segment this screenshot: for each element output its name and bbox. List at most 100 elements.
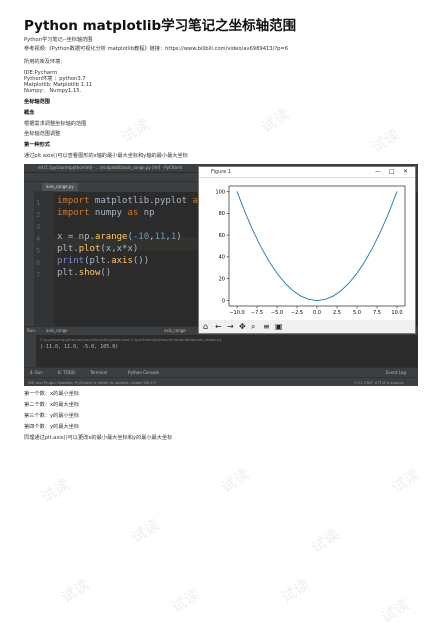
x-tick-label: −10.0 xyxy=(229,310,244,316)
y-tick-label: 40 xyxy=(219,255,225,261)
ide-window-title: ml [C:\pycharm\python\ml] - ...\matplotl… xyxy=(38,165,183,170)
bottom-tool-tabs: 4: Run 6: TODO Terminal Python Console E… xyxy=(24,367,418,377)
figure-canvas: −10.0 −7.5 −5.0 −2.5 0.0 2.5 5.0 7.5 10.0 0 20 40 60… xyxy=(199,178,415,320)
y-tick-label: 20 xyxy=(219,277,225,283)
y-tick-label: 80 xyxy=(219,211,225,217)
watermark-text: 试读 xyxy=(167,585,203,617)
code-token: print xyxy=(57,256,85,266)
x-tick-label: 0.0 xyxy=(313,310,321,316)
x-tick-label: 7.5 xyxy=(373,310,381,316)
code-line-5: plt.plot(x,x*x) xyxy=(57,244,138,254)
y-tick-label: 0 xyxy=(222,298,225,304)
zoom-icon[interactable]: ⌕ xyxy=(251,322,255,332)
note-2: 第二个数：x的最大坐标 xyxy=(24,402,79,408)
minimize-icon[interactable]: — xyxy=(375,168,381,175)
code-token: numpy xyxy=(89,208,128,218)
code-token: x = np. xyxy=(57,232,95,242)
code-token: np xyxy=(138,208,155,218)
watermark-text: 试读 xyxy=(377,595,413,627)
env-label: 所用的库及环境: xyxy=(24,59,63,65)
closing-text: 同理通过plt.axis()可以更改x的最小最大坐标和y的最小最大坐标 xyxy=(24,435,173,441)
watermark-text: 试读 xyxy=(217,465,253,497)
tool-tab-python-console[interactable]: Python Console xyxy=(128,370,159,375)
code-token: arange xyxy=(94,232,128,242)
code-line-6: print(plt.axis()) xyxy=(57,256,149,266)
watermark-text: 试读 xyxy=(387,465,423,497)
x-tick-label: −5.0 xyxy=(271,310,283,316)
close-icon[interactable]: ✕ xyxy=(403,168,408,175)
code-token: plt. xyxy=(57,244,79,254)
line-number: 3 xyxy=(36,223,41,231)
x-tick-label: −2.5 xyxy=(291,310,303,316)
tool-tab-event-log[interactable]: Event Log xyxy=(386,370,406,375)
code-token: import xyxy=(57,196,90,206)
figure-window: Figure 1 — □ ✕ −10.0 −7.5 −5.0 −2.5 0.0 2.5 5.… xyxy=(198,166,416,334)
watermark-text: 试读 xyxy=(307,525,343,557)
watermark-text: 试读 xyxy=(57,575,93,607)
method-text: 通过plt.axis()可以查看图形的x轴的最小最大坐标和y轴的最小最大坐标 xyxy=(24,153,188,159)
code-token: ) xyxy=(176,232,182,242)
note-1: 第一个数：x的最小坐标 xyxy=(24,391,79,397)
watermark-text: 试读 xyxy=(257,105,293,137)
run-tab-2[interactable]: axis_range xyxy=(164,328,186,333)
maximize-icon[interactable]: □ xyxy=(389,168,395,175)
y-tick-label: 60 xyxy=(219,233,225,239)
code-token: 11 xyxy=(154,232,166,242)
method-heading: 第一种形式 xyxy=(24,142,50,148)
line-number: 1 xyxy=(36,199,41,207)
figure-window-title: Figure 1 xyxy=(211,169,232,175)
parabola-chart: −10.0 −7.5 −5.0 −2.5 0.0 2.5 5.0 7.5 10.0 0 20 40 60… xyxy=(215,185,406,316)
intro-line: Python学习笔记--坐标轴范围 xyxy=(24,37,93,43)
line-number: 7 xyxy=(36,271,41,279)
code-line-2: import numpy as np xyxy=(57,208,155,218)
status-bar: IDE and Plugin Updates: PyCharm is ready… xyxy=(24,377,418,386)
forward-icon[interactable]: → xyxy=(227,322,234,331)
watermark-text: 试读 xyxy=(277,575,313,607)
code-token: axis xyxy=(111,256,133,266)
tool-tab-todo[interactable]: 6: TODO xyxy=(58,370,75,375)
code-token: () xyxy=(100,268,112,278)
watermark-text: 试读 xyxy=(367,125,403,157)
y-tick-label: 100 xyxy=(215,189,225,195)
concept-text-1: 根据需求调整坐标轴的范围 xyxy=(24,121,87,127)
console-command: C:\pycharm\python\ml\venv\Scripts\python… xyxy=(40,337,222,342)
plot-frame xyxy=(228,185,406,307)
pan-icon[interactable]: ✥ xyxy=(239,322,246,331)
code-token: (x,x*x) xyxy=(100,244,139,254)
back-icon[interactable]: ← xyxy=(215,322,222,331)
console-output: (-11.0, 11.0, -5.0, 105.0) xyxy=(40,344,119,350)
figure-toolbar: ⌂ ← → ✥ ⌕ ≡ ▣ xyxy=(199,320,415,333)
reference-line: 参考视频:《Python数据可视化分析 matplotlib教程》链接：http… xyxy=(24,46,289,52)
project-strip xyxy=(24,191,34,326)
home-icon[interactable]: ⌂ xyxy=(203,322,208,331)
watermark-text: 试读 xyxy=(127,515,163,547)
watermark-text: 试读 xyxy=(37,475,73,507)
save-icon[interactable]: ▣ xyxy=(275,322,283,331)
run-console: C:\pycharm\python\ml\venv\Scripts\python… xyxy=(24,335,418,367)
x-tick-label: 5.0 xyxy=(353,310,361,316)
line-number: 5 xyxy=(36,247,41,255)
watermark-text: 试读 xyxy=(117,115,153,147)
tool-tab-run[interactable]: 4: Run xyxy=(30,370,43,375)
code-token: as xyxy=(127,208,139,218)
figure-title-bar: Figure 1 — □ ✕ xyxy=(199,167,415,178)
x-tick-label: 10.0 xyxy=(391,310,402,316)
code-token: (plt. xyxy=(84,256,112,266)
section-heading: 坐标轴范围 xyxy=(24,99,50,105)
run-tab-1[interactable]: axis_range xyxy=(46,328,68,333)
note-3: 第三个数：y的最小坐标 xyxy=(24,413,79,419)
tab-axis-range[interactable]: axis_range.py xyxy=(42,183,78,191)
code-token: -10 xyxy=(132,232,150,242)
series-line xyxy=(236,191,398,302)
configure-icon[interactable]: ≡ xyxy=(263,322,270,331)
x-tick-label: 2.5 xyxy=(333,310,341,316)
note-4: 第四个数：y的最大坐标 xyxy=(24,424,79,430)
code-token: import xyxy=(57,208,90,218)
tool-tab-terminal[interactable]: Terminal xyxy=(90,370,107,375)
line-number: 2 xyxy=(36,211,41,219)
page-title: Python matplotlib学习笔记之坐标轴范围 xyxy=(24,18,297,34)
code-token: show xyxy=(78,268,101,278)
env-numpy: Numpy： Numpy1.15. xyxy=(24,88,82,94)
status-info: 7:11 CRLF UTF-8 4 spaces xyxy=(354,380,404,385)
line-number: 4 xyxy=(36,235,41,243)
